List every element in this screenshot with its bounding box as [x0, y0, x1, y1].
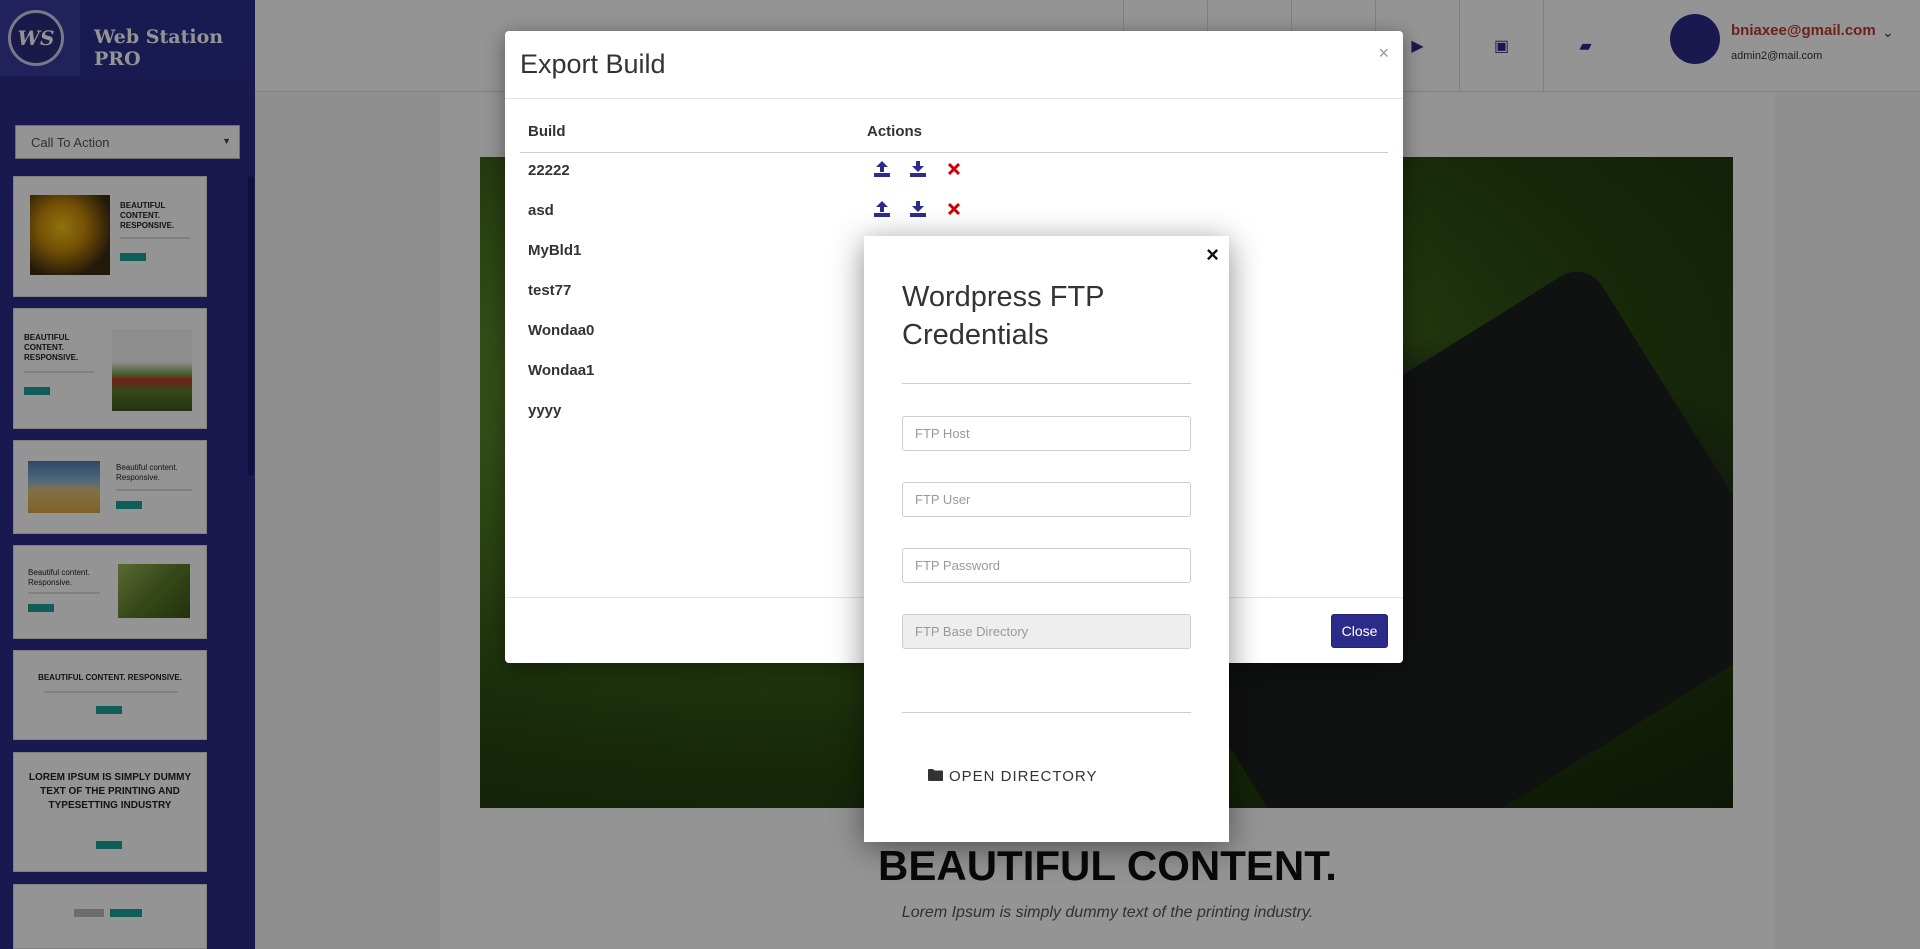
- row-actions: [872, 199, 964, 219]
- build-name: 22222: [528, 162, 570, 179]
- folder-icon: [928, 768, 943, 785]
- ftp-user-input[interactable]: [902, 482, 1191, 517]
- divider: [902, 383, 1191, 384]
- ftp-password-input[interactable]: [902, 548, 1191, 583]
- ftp-modal-title: Wordpress FTP Credentials: [902, 281, 1104, 351]
- delete-icon[interactable]: [944, 159, 964, 179]
- divider: [505, 98, 1403, 99]
- build-name: test77: [528, 282, 572, 299]
- open-directory-button[interactable]: OPEN DIRECTORY: [928, 768, 1097, 785]
- build-name: Wondaa0: [528, 322, 595, 339]
- ftp-host-input[interactable]: [902, 416, 1191, 451]
- column-header-build: Build: [528, 123, 566, 140]
- close-icon[interactable]: ×: [1206, 242, 1219, 268]
- download-icon[interactable]: [908, 199, 928, 219]
- row-actions: [872, 159, 964, 179]
- open-directory-label: OPEN DIRECTORY: [949, 768, 1098, 785]
- close-button[interactable]: Close: [1331, 614, 1388, 648]
- build-name: MyBld1: [528, 242, 582, 259]
- download-icon[interactable]: [908, 159, 928, 179]
- divider: [902, 712, 1191, 713]
- build-name: asd: [528, 202, 554, 219]
- build-name: Wondaa1: [528, 362, 595, 379]
- close-icon[interactable]: ×: [1378, 43, 1389, 64]
- table-row: 22222: [520, 153, 1388, 193]
- upload-icon[interactable]: [872, 199, 892, 219]
- upload-icon[interactable]: [872, 159, 892, 179]
- table-row: asd: [520, 193, 1388, 233]
- export-modal-title: Export Build: [520, 49, 666, 79]
- ftp-base-directory-input[interactable]: [902, 614, 1191, 649]
- column-header-actions: Actions: [867, 123, 923, 140]
- build-name: yyyy: [528, 402, 562, 419]
- ftp-credentials-modal: × Wordpress FTP Credentials OPEN DIRECTO…: [864, 236, 1229, 842]
- delete-icon[interactable]: [944, 199, 964, 219]
